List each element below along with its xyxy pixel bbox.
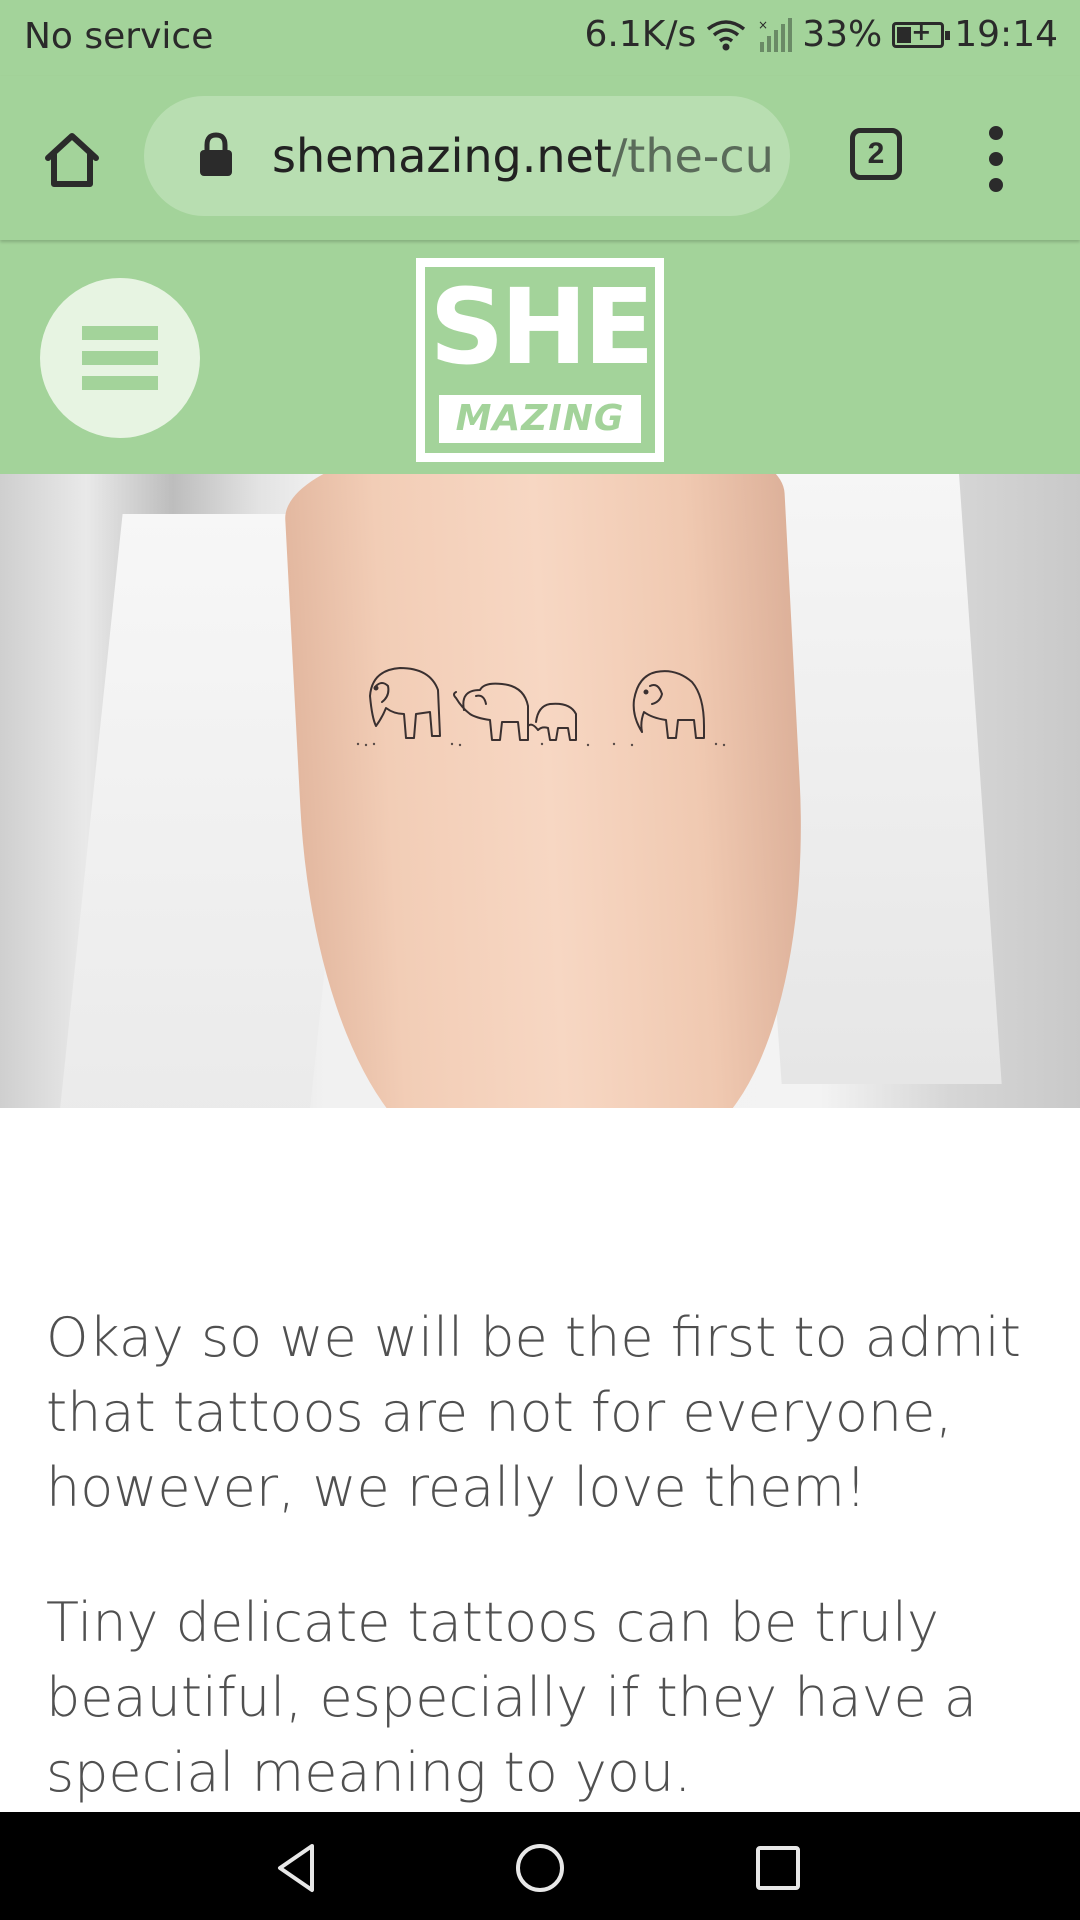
battery-percent: 33% <box>802 14 883 55</box>
lock-icon <box>200 132 232 176</box>
article-paragraph: Tiny delicate tattoos can be truly beaut… <box>46 1591 977 1804</box>
clock: 19:14 <box>954 14 1058 55</box>
hero-image <box>0 474 1080 1108</box>
recents-icon[interactable] <box>752 1842 804 1894</box>
forearm <box>281 474 819 1108</box>
logo-mazing: MAZING <box>455 398 625 439</box>
net-speed: 6.1K/s <box>584 14 697 55</box>
browser-toolbar: shemazing.net/the-cute 2 <box>0 76 1080 240</box>
signal-icon: × <box>758 17 793 52</box>
url-bar[interactable]: shemazing.net/the-cute <box>144 96 790 216</box>
url-path: /the-cute <box>611 129 772 183</box>
back-icon[interactable] <box>272 1842 324 1894</box>
site-header: SHE MAZING <box>0 240 1080 474</box>
article-paragraph: Okay so we will be the first to admit th… <box>46 1306 1021 1519</box>
logo-she: SHE <box>429 266 655 388</box>
site-logo[interactable]: SHE MAZING <box>416 258 664 462</box>
url-domain: shemazing.net <box>272 129 612 183</box>
hamburger-menu-icon[interactable] <box>40 278 200 438</box>
status-right: 6.1K/s × 33% + 19:14 <box>584 14 1058 55</box>
tabs-icon[interactable]: 2 <box>850 128 902 180</box>
wifi-icon <box>707 19 746 50</box>
system-nav-bar <box>0 1812 1080 1920</box>
status-bar: No service 6.1K/s × 33% + 19:14 <box>0 0 1080 76</box>
logo-mazing-box: MAZING <box>439 395 641 443</box>
more-vert-icon[interactable] <box>984 126 1008 196</box>
url-text[interactable]: shemazing.net/the-cute <box>272 126 772 186</box>
home-circle-icon[interactable] <box>514 1842 566 1894</box>
carrier-text: No service <box>24 16 214 57</box>
elephant-tattoo <box>356 667 726 747</box>
battery-charging-icon: + <box>892 18 951 48</box>
article-body: Okay so we will be the first to admit th… <box>46 1300 1036 1870</box>
home-icon[interactable] <box>40 128 104 192</box>
svg-text:×: × <box>758 18 768 32</box>
